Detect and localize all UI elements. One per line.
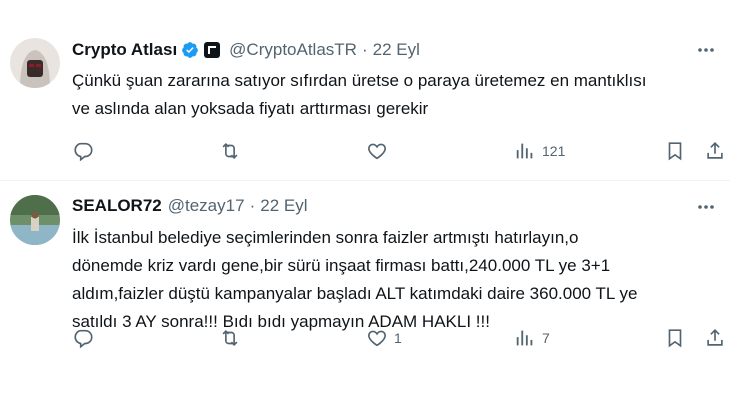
views-icon	[516, 143, 533, 159]
share-button[interactable]	[704, 326, 726, 350]
views-count: 7	[542, 330, 550, 346]
more-icon[interactable]	[696, 40, 716, 60]
action-bar: 1 7	[72, 326, 730, 350]
reply-button[interactable]	[72, 326, 100, 350]
share-icon	[707, 329, 723, 346]
separator: ·	[249, 196, 256, 215]
share-icon	[707, 142, 723, 159]
action-bar: 121	[72, 139, 730, 163]
reply-icon	[74, 142, 93, 162]
tweet[interactable]: SEALOR72 @tezay17 · 22 Eyl İlk İstanbul …	[0, 181, 730, 420]
views-icon	[516, 330, 533, 346]
like-icon	[368, 330, 386, 347]
like-icon	[368, 143, 386, 160]
avatar[interactable]	[10, 38, 60, 88]
tweet[interactable]: Crypto Atlası @CryptoAtlasTR · 22 Eyl Çü…	[0, 0, 730, 181]
retweet-icon	[222, 329, 238, 347]
retweet-button[interactable]	[219, 139, 247, 163]
tweet-text-line: Çünkü şuan zararına satıyor sıfırdan üre…	[72, 71, 647, 90]
verified-icon	[182, 42, 199, 58]
retweet-icon	[222, 142, 238, 160]
author-name[interactable]: Crypto Atlası	[72, 40, 177, 60]
more-icon[interactable]	[696, 197, 716, 217]
share-button[interactable]	[704, 139, 726, 163]
reply-button[interactable]	[72, 139, 100, 163]
tweet-date[interactable]: 22 Eyl	[373, 40, 420, 60]
tweet-text: Çünkü şuan zararına satıyor sıfırdan üre…	[72, 67, 710, 123]
like-count: 1	[394, 330, 402, 346]
tweet-text-line: aldım,faizler düştü kampanyalar başladı …	[72, 284, 638, 303]
avatar[interactable]	[10, 195, 60, 245]
bookmark-button[interactable]	[664, 139, 686, 163]
views-button[interactable]: 121	[514, 139, 565, 163]
views-count: 121	[542, 143, 566, 159]
separator: ·	[361, 40, 368, 59]
bookmark-icon	[668, 142, 682, 161]
retweet-button[interactable]	[219, 326, 247, 350]
affiliate-badge	[204, 42, 221, 58]
tweet-text-line: İlk İstanbul belediye seçimlerinden sonr…	[72, 228, 579, 247]
tweet-text: İlk İstanbul belediye seçimlerinden sonr…	[72, 224, 710, 336]
like-button[interactable]	[366, 139, 394, 163]
author-handle[interactable]: @tezay17	[168, 196, 245, 216]
author-name[interactable]: SEALOR72	[72, 196, 162, 216]
reply-icon	[74, 329, 93, 349]
tweet-date[interactable]: 22 Eyl	[260, 196, 307, 216]
tweet-text-line: ve aslında alan yoksada fiyatı arttırmas…	[72, 99, 429, 118]
like-button[interactable]: 1	[366, 326, 402, 350]
bookmark-icon	[668, 329, 682, 348]
bookmark-button[interactable]	[664, 326, 686, 350]
author-handle[interactable]: @CryptoAtlasTR	[229, 40, 357, 60]
tweet-text-line: dönemde kriz vardı gene,bir sürü inşaat …	[72, 256, 611, 275]
views-button[interactable]: 7	[514, 326, 550, 350]
